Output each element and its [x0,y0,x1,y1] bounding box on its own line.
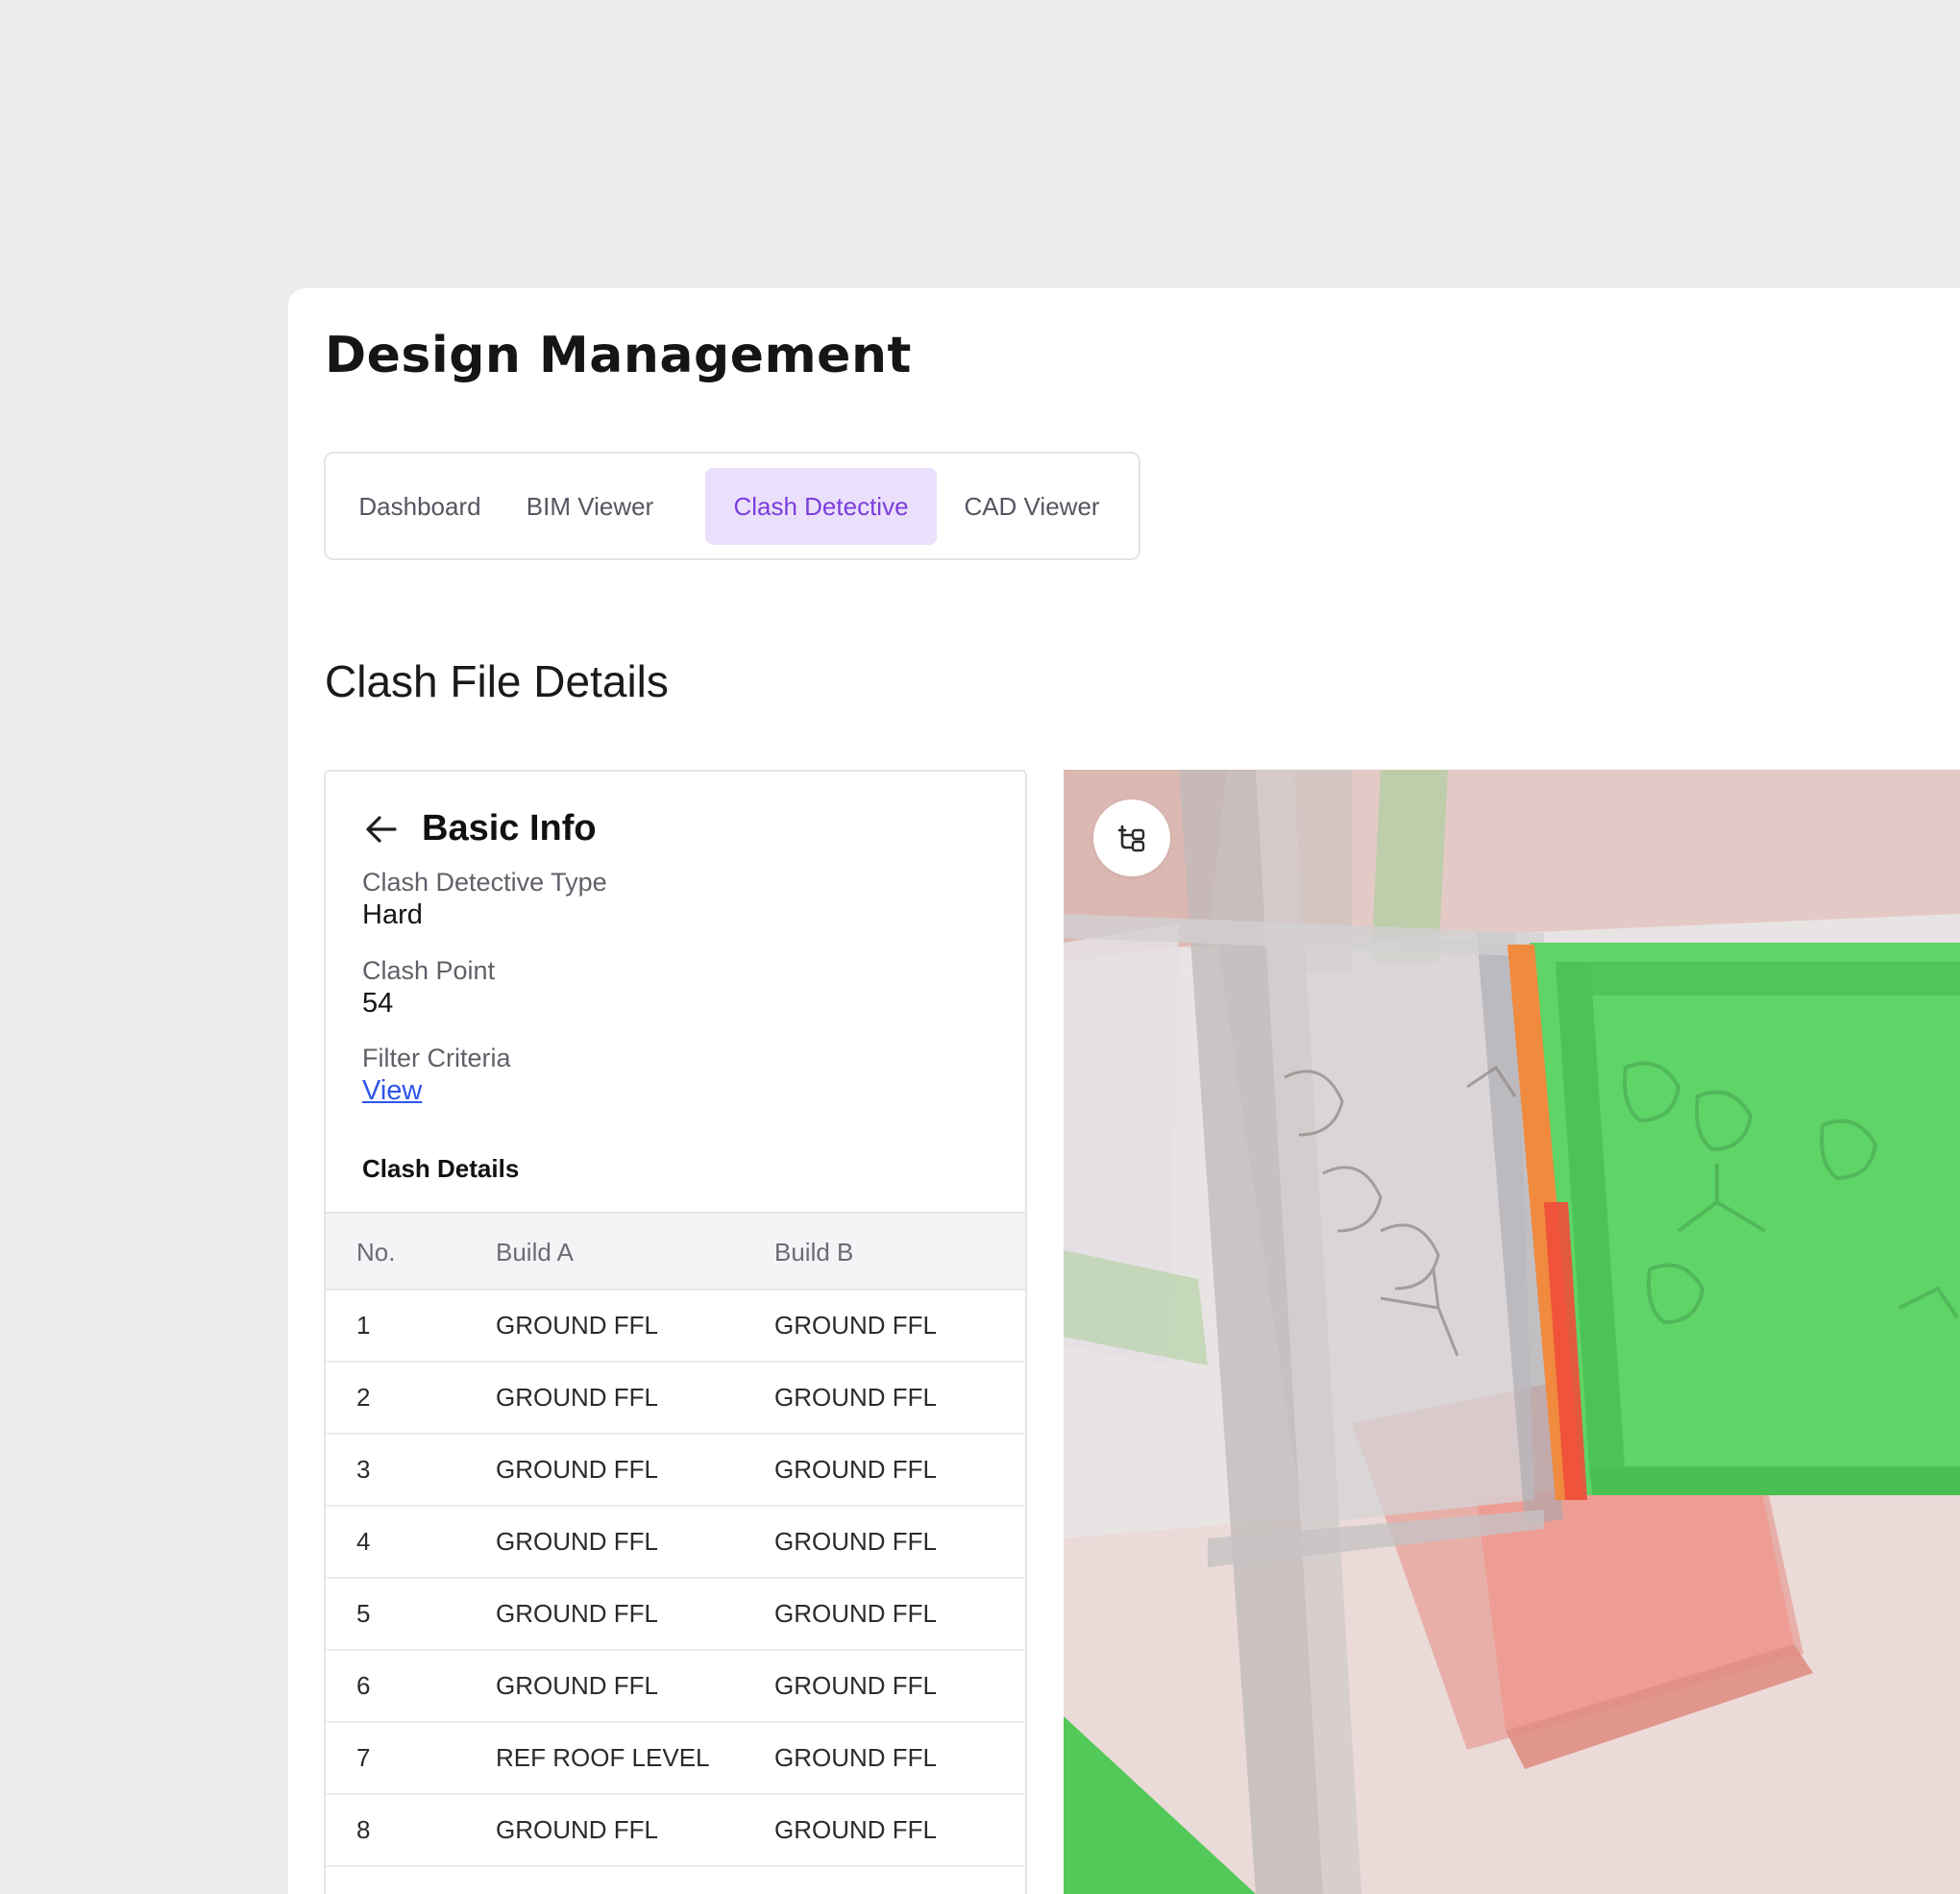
cell-build-b: GROUND FFL [774,1527,937,1556]
model-tree-icon [1117,824,1145,852]
page-title: Design Management [325,327,912,384]
cell-build-a: GROUND FFL [496,1455,658,1484]
table-row[interactable]: 6 GROUND FFL GROUND FFL [326,1651,1025,1723]
arrow-left-icon[interactable] [362,810,401,849]
column-header-build-b[interactable]: Build B [774,1214,853,1291]
column-header-build-a[interactable]: Build A [496,1214,574,1291]
clash-type-value: Hard [362,899,423,930]
cell-build-a: GROUND FFL [496,1311,658,1340]
model-viewer-canvas[interactable] [1064,770,1960,1894]
section-title: Clash File Details [325,656,669,706]
cell-no: 7 [356,1743,371,1772]
table-row[interactable]: 8 GROUND FFL GROUND FFL [326,1795,1025,1867]
cell-no: 4 [356,1527,371,1556]
clash-point-label: Clash Point [362,956,496,985]
cell-build-a: GROUND FFL [496,1815,658,1844]
cell-no: 8 [356,1815,371,1844]
tab-bar: Dashboard BIM Viewer Clash Detective CAD… [324,452,1140,560]
tab-dashboard[interactable]: Dashboard [345,468,495,545]
column-header-no[interactable]: No. [356,1214,395,1291]
cell-build-b: GROUND FFL [774,1815,937,1844]
cell-build-b: GROUND FFL [774,1599,937,1628]
main-card: Design Management Dashboard BIM Viewer C… [288,288,1960,1894]
cell-no: 2 [356,1383,371,1412]
clash-point-value: 54 [362,988,394,1019]
basic-info-panel: Basic Info Clash Detective Type Hard Cla… [324,770,1027,1894]
table-row[interactable]: 2 GROUND FFL GROUND FFL [326,1363,1025,1435]
cell-no: 3 [356,1455,371,1484]
cell-build-a: GROUND FFL [496,1527,658,1556]
tab-cad-viewer[interactable]: CAD Viewer [943,468,1121,545]
table-row[interactable]: 4 GROUND FFL GROUND FFL [326,1507,1025,1579]
tab-bim-viewer[interactable]: BIM Viewer [499,468,681,545]
table-row[interactable]: 3 GROUND FFL GROUND FFL [326,1435,1025,1507]
cell-build-a: GROUND FFL [496,1599,658,1628]
cell-build-b: GROUND FFL [774,1455,937,1484]
cell-no: 6 [356,1671,371,1700]
table-row[interactable] [326,1867,1025,1894]
clash-type-label: Clash Detective Type [362,868,607,897]
cell-no: 5 [356,1599,371,1628]
cell-build-b: GROUND FFL [774,1743,937,1772]
tab-clash-detective[interactable]: Clash Detective [705,468,937,545]
cell-no: 1 [356,1311,371,1340]
cell-build-a: GROUND FFL [496,1383,658,1412]
model-tree-button[interactable] [1093,799,1170,876]
cell-build-b: GROUND FFL [774,1671,937,1700]
table-row[interactable]: 1 GROUND FFL GROUND FFL [326,1291,1025,1363]
table-row[interactable]: 5 GROUND FFL GROUND FFL [326,1579,1025,1651]
cell-build-a: REF ROOF LEVEL [496,1743,710,1772]
filter-criteria-view-link[interactable]: View [362,1075,422,1107]
cell-build-a: GROUND FFL [496,1671,658,1700]
clash-3d-render [1064,770,1960,1894]
table-row[interactable]: 7 REF ROOF LEVEL GROUND FFL [326,1723,1025,1795]
filter-criteria-label: Filter Criteria [362,1044,511,1072]
clash-table-body: 1 GROUND FFL GROUND FFL 2 GROUND FFL GRO… [326,1291,1025,1894]
clash-table-header: No. Build A Build B [326,1212,1025,1291]
clash-details-heading: Clash Details [362,1154,520,1183]
basic-info-heading: Basic Info [422,808,597,849]
cell-build-b: GROUND FFL [774,1383,937,1412]
cell-build-b: GROUND FFL [774,1311,937,1340]
